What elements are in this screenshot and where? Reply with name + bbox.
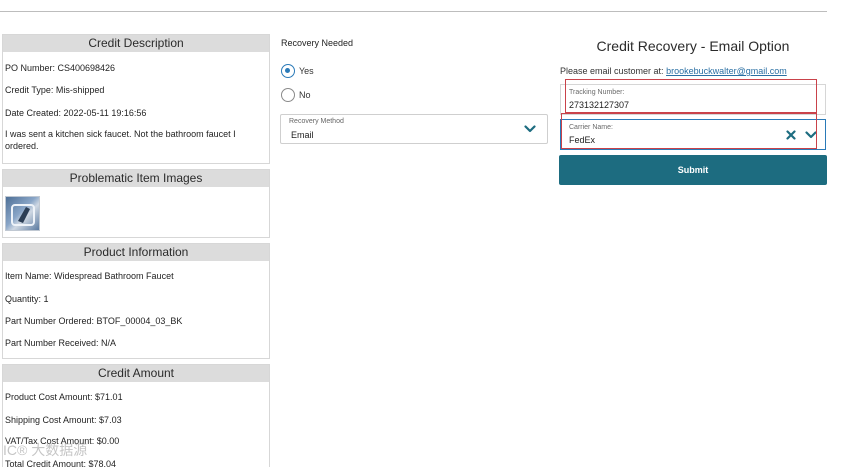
email-prefix: Please email customer at: [560, 66, 664, 76]
part-number-received: Part Number Received: N/A [5, 338, 117, 348]
item-name: Item Name: Widespread Bathroom Faucet [5, 271, 174, 281]
credit-recovery-title: Credit Recovery - Email Option [596, 38, 790, 54]
recovery-method-select[interactable]: Recovery Method Email [280, 114, 548, 144]
submit-button[interactable]: Submit [559, 155, 827, 185]
problematic-images-panel: Problematic Item Images [2, 169, 270, 238]
item-image-thumbnail[interactable] [5, 196, 40, 231]
recovery-needed-label: Recovery Needed [281, 38, 354, 48]
quantity: Quantity: 1 [5, 294, 49, 304]
recovery-yes-radio[interactable] [281, 64, 295, 78]
top-divider [0, 11, 827, 12]
part-number-ordered: Part Number Ordered: BTOF_00004_03_BK [5, 316, 183, 326]
recovery-yes-label[interactable]: Yes [299, 66, 314, 76]
credit-description-header: Credit Description [3, 35, 269, 52]
problematic-images-header: Problematic Item Images [3, 170, 269, 187]
credit-amount-header: Credit Amount [3, 365, 269, 382]
product-information-header: Product Information [3, 244, 269, 261]
highlight-box-tracking [565, 79, 817, 113]
recovery-no-radio[interactable] [281, 88, 295, 102]
highlight-box-carrier [561, 113, 817, 149]
credit-description-panel: Credit Description PO Number: CS40069842… [2, 34, 270, 164]
date-created: Date Created: 2022-05-11 19:16:56 [5, 108, 147, 118]
product-cost: Product Cost Amount: $71.01 [5, 392, 123, 402]
recovery-method-caption: Recovery Method [289, 118, 344, 125]
chevron-down-icon[interactable] [524, 124, 536, 134]
product-information-panel: Product Information Item Name: Widesprea… [2, 243, 270, 359]
shipping-cost: Shipping Cost Amount: $7.03 [5, 415, 122, 425]
po-number: PO Number: CS400698426 [5, 63, 116, 73]
email-instruction: Please email customer at: brookebuckwalt… [560, 66, 787, 76]
customer-email-link[interactable]: brookebuckwalter@gmail.com [666, 66, 787, 76]
watermark: IC® 大数据源 [3, 442, 88, 458]
recovery-method-value: Email [291, 130, 314, 140]
credit-note: I was sent a kitchen sick faucet. Not th… [5, 129, 236, 151]
faucet-photo-icon [11, 204, 35, 226]
recovery-no-label[interactable]: No [299, 90, 311, 100]
credit-type: Credit Type: Mis-shipped [5, 85, 105, 95]
